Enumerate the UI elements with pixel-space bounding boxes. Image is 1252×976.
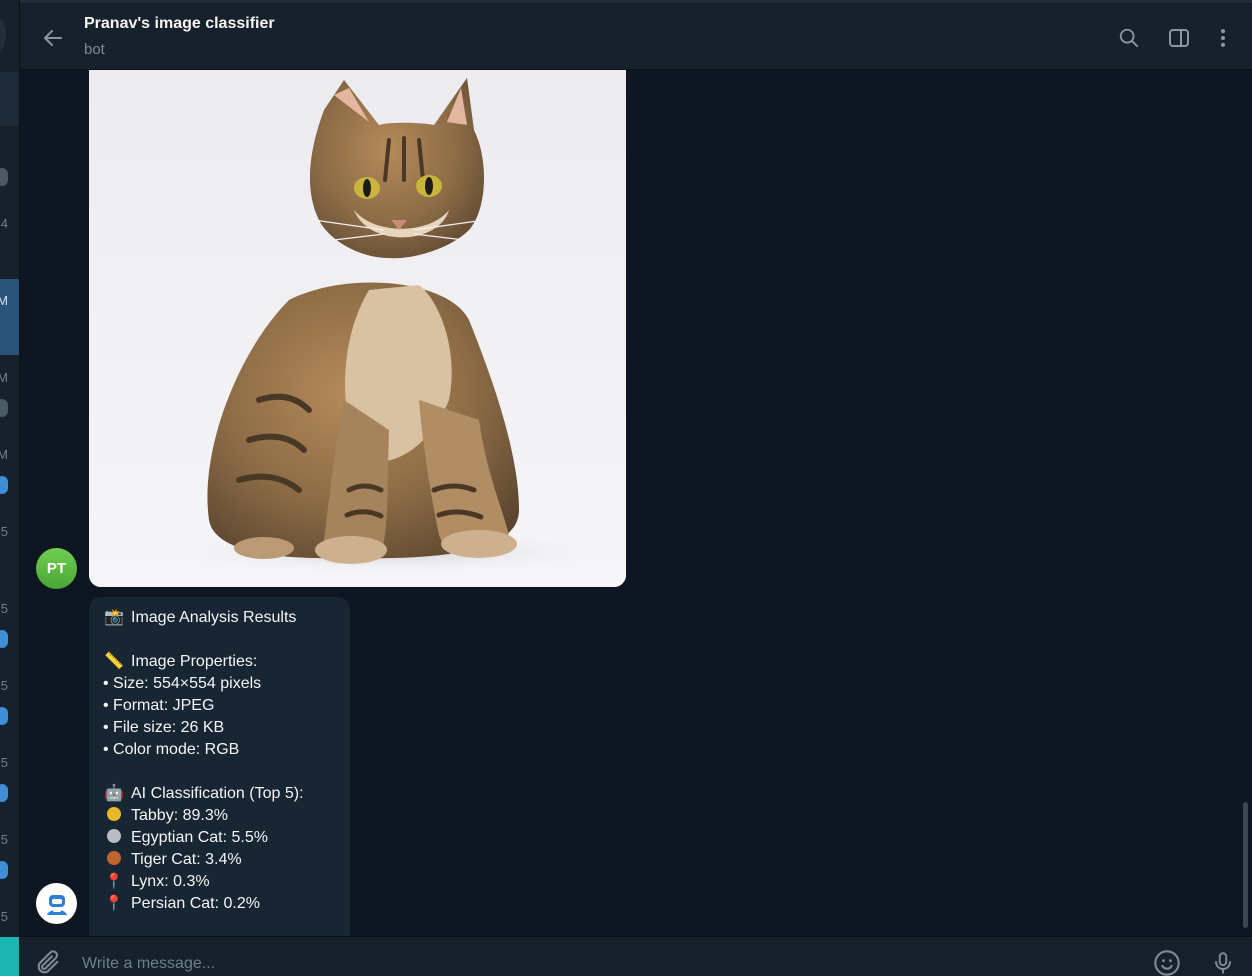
chat-header: Pranav's image classifier bot [20, 0, 1252, 70]
analysis-message-bubble[interactable]: 📸 Image Analysis Results 📏 Image Propertie… [89, 597, 350, 937]
chat-list-item[interactable]: M [0, 356, 19, 432]
chat-title[interactable]: Pranav's image classifier [84, 15, 275, 33]
properties-heading: Image Properties: [131, 653, 258, 670]
chat-time: 5 [0, 678, 8, 693]
chat-scrollbar[interactable] [1243, 802, 1248, 928]
pushpin-icon: 📍 [104, 873, 124, 890]
sidebar-toggle-button[interactable] [1166, 25, 1192, 51]
property-color-mode: • Color mode: RGB [103, 741, 240, 758]
sender-avatar[interactable]: PT [36, 548, 77, 589]
compose-button[interactable] [0, 937, 19, 976]
smiley-icon [1154, 950, 1180, 976]
paperclip-icon [37, 950, 59, 974]
classification-item: Egyptian Cat: 5.5% [103, 827, 336, 849]
properties-heading-line: 📏 Image Properties: [103, 651, 336, 673]
classification-text: Egyptian Cat: 5.5% [131, 829, 268, 846]
cat-illustration [89, 70, 626, 587]
telegram-window: 4 M M M 5 5 5 5 5 [0, 0, 1252, 976]
unread-badge [0, 784, 8, 802]
more-options-button[interactable] [1210, 25, 1236, 51]
property-size: • Size: 554×554 pixels [103, 675, 262, 692]
unread-badge [0, 707, 8, 725]
chat-list-item[interactable]: 4 [0, 202, 19, 278]
message-history[interactable]: PT 📸 Image Analysis Results 📏 Image Proper… [20, 70, 1252, 937]
more-vertical-icon [1220, 29, 1226, 47]
attach-button[interactable] [34, 949, 62, 976]
chat-time: M [0, 370, 8, 385]
message-input[interactable] [82, 953, 1082, 975]
result-title-line: 📸 Image Analysis Results [103, 607, 336, 629]
robot-icon: 🤖 [104, 785, 124, 802]
property-format: • Format: JPEG [103, 697, 215, 714]
chat-list-item[interactable]: 5 [0, 664, 19, 740]
classification-item: Tabby: 89.3% [103, 805, 336, 827]
chat-list-item[interactable] [0, 126, 19, 202]
search-icon [1119, 28, 1139, 48]
chat-time: 5 [0, 755, 8, 770]
chat-time: 5 [0, 601, 8, 616]
unread-badge [0, 630, 8, 648]
chat-list-item[interactable]: 5 [0, 510, 19, 586]
sidebar-menu-area[interactable] [0, 0, 19, 70]
unread-badge [0, 168, 8, 186]
unread-badge [0, 476, 8, 494]
classification-text: Lynx: 0.3% [131, 873, 210, 890]
result-title: Image Analysis Results [131, 609, 297, 626]
classification-item: Tiger Cat: 3.4% [103, 849, 336, 871]
chat-list-item[interactable]: 5 [0, 741, 19, 817]
chat-time: 5 [0, 524, 8, 539]
menu-button[interactable] [0, 14, 6, 56]
message-composer [20, 936, 1252, 976]
emoji-button[interactable] [1153, 949, 1181, 976]
chat-time: 5 [0, 909, 8, 924]
gold-medal-icon [107, 807, 121, 821]
ruler-icon: 📏 [104, 653, 124, 670]
chat-time: M [0, 293, 8, 308]
cat-photo[interactable] [89, 70, 626, 587]
property-file-size: • File size: 26 KB [103, 719, 225, 736]
chat-time: M [0, 447, 8, 462]
classification-text: Persian Cat: 0.2% [131, 895, 260, 912]
unread-badge [0, 399, 8, 417]
classification-item: 📍 Persian Cat: 0.2% [103, 893, 336, 915]
pushpin-icon: 📍 [104, 895, 124, 912]
silver-medal-icon [107, 829, 121, 843]
sidebar-search-area[interactable] [0, 72, 19, 126]
classification-text: Tiger Cat: 3.4% [131, 851, 242, 868]
classification-heading-line: 🤖 AI Classification (Top 5): [103, 783, 336, 805]
chat-list-item[interactable]: 5 [0, 587, 19, 663]
search-button[interactable] [1116, 25, 1142, 51]
bot-avatar[interactable] [36, 883, 77, 924]
chat-list-item[interactable]: M [0, 433, 19, 509]
chat-subtitle: bot [84, 41, 105, 58]
chat-time: 4 [0, 216, 8, 231]
chat-list-item[interactable]: 5 [0, 818, 19, 894]
voice-message-button[interactable] [1210, 949, 1236, 976]
classification-heading: AI Classification (Top 5): [131, 785, 304, 802]
back-button[interactable] [38, 23, 68, 53]
chat-list-item-active[interactable]: M [0, 279, 19, 355]
chat-time: 5 [0, 832, 8, 847]
classification-item: 📍 Lynx: 0.3% [103, 871, 336, 893]
robot-avatar-icon [42, 889, 71, 918]
unread-badge [0, 861, 8, 879]
camera-flash-icon: 📸 [104, 609, 124, 626]
microphone-icon [1214, 952, 1232, 974]
classification-text: Tabby: 89.3% [131, 807, 228, 824]
side-panel-icon [1169, 29, 1189, 47]
arrow-left-icon [44, 30, 62, 46]
chat-list-sidebar: 4 M M M 5 5 5 5 5 [0, 0, 20, 976]
bronze-medal-icon [107, 851, 121, 865]
